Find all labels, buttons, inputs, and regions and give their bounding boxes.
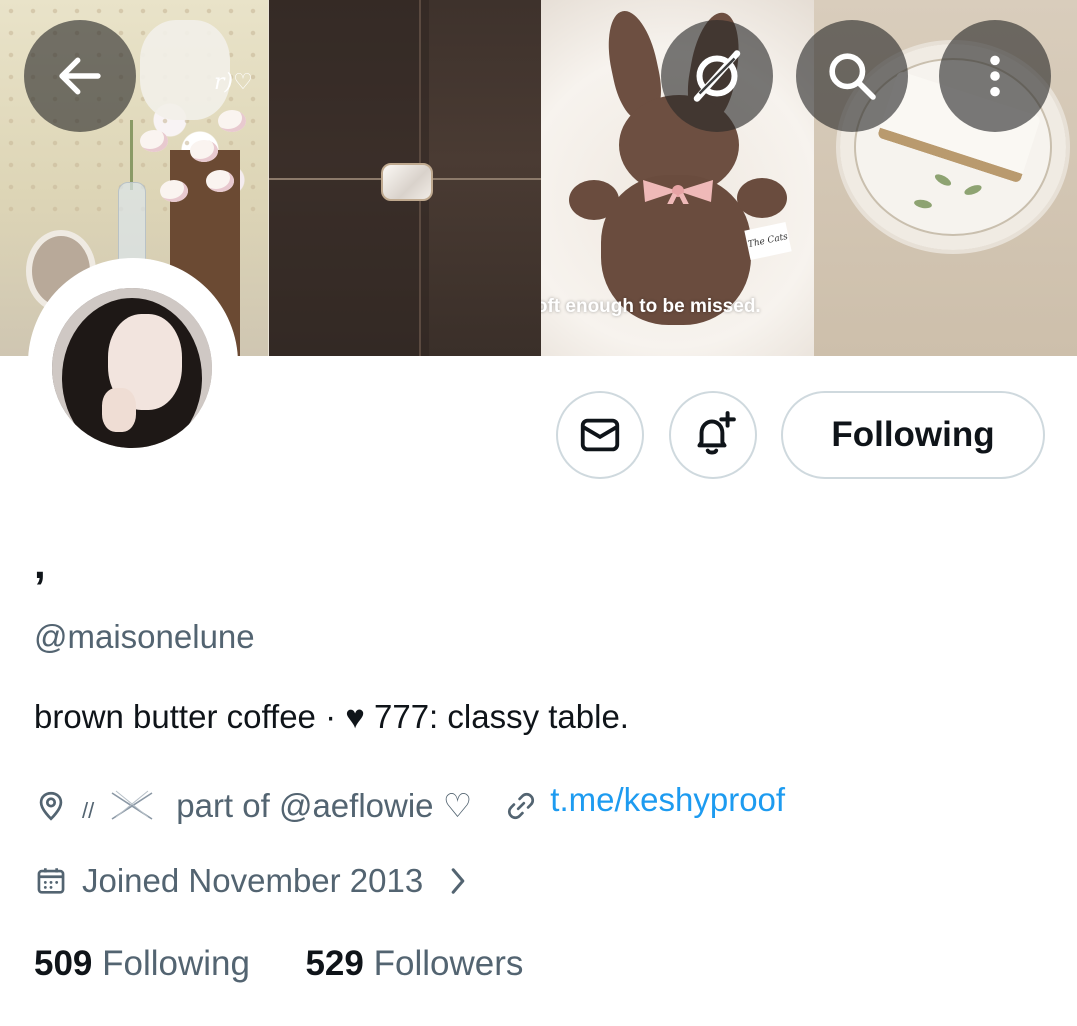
followers-label: Followers (373, 944, 524, 983)
search-button[interactable] (796, 20, 908, 132)
following-count: 509 (34, 944, 93, 983)
joined-date: Joined November 2013 (82, 862, 424, 899)
bell-plus-icon (697, 411, 736, 455)
location-text: part of @aeflowie ♡ (176, 787, 473, 824)
link-icon (504, 789, 538, 823)
notify-button[interactable] (669, 391, 757, 479)
following-stat[interactable]: 509 Following (34, 944, 260, 983)
follow-stats: 509 Following 529 Followers (34, 944, 523, 984)
more-button[interactable] (939, 20, 1051, 132)
followers-stat[interactable]: 529 Followers (305, 944, 523, 983)
message-button[interactable] (556, 391, 644, 479)
toy-tag: The Cats (744, 221, 792, 261)
banner-photo-bracelet (269, 0, 541, 356)
user-handle: @maisonelune (34, 618, 255, 655)
location-icon (34, 789, 68, 823)
following-button[interactable]: Following (781, 391, 1045, 479)
mail-icon (580, 418, 620, 452)
location-separator: // (82, 797, 95, 823)
chevron-right-icon (447, 865, 469, 897)
profile-meta-row: // part of @aeflowie ♡ t.me/keshyproof (34, 781, 785, 825)
grok-icon (693, 50, 741, 102)
joined-row[interactable]: Joined November 2013 (34, 862, 469, 900)
avatar[interactable] (52, 288, 212, 448)
following-label: Following (102, 944, 250, 983)
website-link[interactable]: t.me/keshyproof (550, 781, 785, 819)
banner-cursive-text: r)♡ (214, 70, 253, 95)
display-name: , (34, 540, 46, 587)
arrow-left-icon (59, 57, 101, 95)
scissors-icon (108, 789, 156, 823)
banner-caption: soft enough to be missed. (541, 296, 761, 317)
back-button[interactable] (24, 20, 136, 132)
search-icon (829, 53, 876, 100)
calendar-icon (34, 864, 68, 898)
profile-bio: brown butter coffee · ♥ 777: classy tabl… (34, 698, 629, 735)
followers-count: 529 (305, 944, 364, 983)
grok-button[interactable] (661, 20, 773, 132)
more-vertical-icon (990, 55, 1000, 97)
bow-icon (643, 180, 713, 204)
